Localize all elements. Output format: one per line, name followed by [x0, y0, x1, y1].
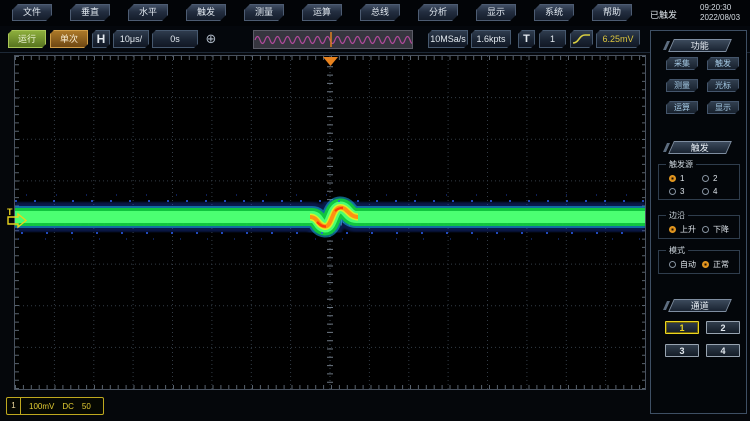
menu-horizontal[interactable]: 水平	[128, 4, 168, 21]
menu-bar: 文件 垂直 水平 触发 测量 运算 总线 分析 显示 系统 帮助	[0, 0, 750, 26]
radio-selected-icon	[669, 175, 676, 182]
svg-text:T: T	[7, 207, 13, 217]
channel-2-button[interactable]: 2	[706, 321, 740, 334]
control-toolbar: 运行 单次 H 10μs/ 0s ⊕ 10MSa/s 1.6kpts T 1 6…	[0, 26, 750, 53]
radio-icon	[702, 188, 709, 195]
trigger-position-icon	[323, 57, 338, 66]
channel-section-header: 通道	[668, 299, 732, 312]
mode-normal[interactable]: 正常	[702, 259, 735, 270]
menu-bus[interactable]: 总线	[360, 4, 400, 21]
channel-badge[interactable]: 1 100mV DC 50	[6, 397, 104, 415]
channel-1-button[interactable]: 1	[665, 321, 699, 334]
trigger-source-group: 触发源 1 2 3 4	[658, 164, 740, 200]
graticule	[15, 56, 645, 389]
time: 09:20:30	[700, 3, 740, 13]
clock: 09:20:30 2022/08/03	[700, 3, 740, 23]
channel-number: 1	[7, 398, 21, 414]
menu-vertical[interactable]: 垂直	[70, 4, 110, 21]
memory-depth-button[interactable]: 1.6kpts	[471, 30, 511, 48]
impedance: 50	[82, 402, 91, 411]
timebase-button[interactable]: 10μs/	[113, 30, 149, 48]
trigger-source-4[interactable]: 4	[702, 187, 735, 196]
volts-per-div: 100mV	[29, 402, 54, 411]
trigger-section-header: 触发	[668, 141, 732, 154]
menu-file[interactable]: 文件	[12, 4, 52, 21]
zoom-icon[interactable]: ⊕	[203, 30, 219, 48]
trigger-level-button[interactable]: 6.25mV	[596, 30, 640, 48]
radio-selected-icon	[702, 261, 709, 268]
radio-selected-icon	[669, 226, 676, 233]
menu-trigger[interactable]: 触发	[186, 4, 226, 21]
side-panel: 功能 采集 触发 测量 光标 运算 显示 触发 触发源 1 2 3	[650, 30, 747, 414]
rising-edge-icon[interactable]	[570, 30, 593, 48]
preview-sine-icon	[254, 31, 412, 48]
trigger-level-marker-icon[interactable]: T	[4, 205, 30, 229]
trigger-source-2[interactable]: 2	[702, 174, 735, 183]
waveform-preview[interactable]	[253, 30, 413, 49]
fn-math-button[interactable]: 运算	[666, 101, 698, 114]
mode-auto[interactable]: 自动	[669, 259, 702, 270]
waveform-display[interactable]	[14, 55, 646, 390]
sample-rate-button[interactable]: 10MSa/s	[428, 30, 468, 48]
single-button[interactable]: 单次	[50, 30, 88, 48]
menu-system[interactable]: 系统	[534, 4, 574, 21]
oscilloscope-screen: 文件 垂直 水平 触发 测量 运算 总线 分析 显示 系统 帮助 已触发 09:…	[0, 0, 750, 421]
horizontal-offset-button[interactable]: 0s	[152, 30, 198, 48]
radio-icon	[702, 175, 709, 182]
trigger-status: 已触发	[650, 8, 677, 21]
trigger-source-1[interactable]: 1	[669, 174, 702, 183]
mode-group: 模式 自动 正常	[658, 250, 740, 274]
channel1-waveform	[15, 195, 645, 239]
menu-analyze[interactable]: 分析	[418, 4, 458, 21]
radio-icon	[669, 261, 676, 268]
function-section-header: 功能	[668, 39, 732, 52]
menu-math[interactable]: 运算	[302, 4, 342, 21]
menu-display[interactable]: 显示	[476, 4, 516, 21]
radio-icon	[702, 226, 709, 233]
fn-acquire-button[interactable]: 采集	[666, 57, 698, 70]
edge-rising[interactable]: 上升	[669, 224, 702, 235]
channel-3-button[interactable]: 3	[665, 344, 699, 357]
menu-help[interactable]: 帮助	[592, 4, 632, 21]
fn-display-button[interactable]: 显示	[707, 101, 739, 114]
fn-cursor-button[interactable]: 光标	[707, 79, 739, 92]
coupling: DC	[62, 402, 74, 411]
radio-icon	[669, 188, 676, 195]
fn-trigger-button[interactable]: 触发	[707, 57, 739, 70]
trigger-label: T	[518, 30, 535, 48]
edge-falling[interactable]: 下降	[702, 224, 735, 235]
fn-measure-button[interactable]: 测量	[666, 79, 698, 92]
horizontal-label: H	[92, 30, 110, 48]
run-button[interactable]: 运行	[8, 30, 46, 48]
trigger-source-3[interactable]: 3	[669, 187, 702, 196]
channel-4-button[interactable]: 4	[706, 344, 740, 357]
edge-group: 边沿 上升 下降	[658, 215, 740, 239]
date: 2022/08/03	[700, 13, 740, 23]
menu-measure[interactable]: 测量	[244, 4, 284, 21]
trigger-source-button[interactable]: 1	[539, 30, 566, 48]
